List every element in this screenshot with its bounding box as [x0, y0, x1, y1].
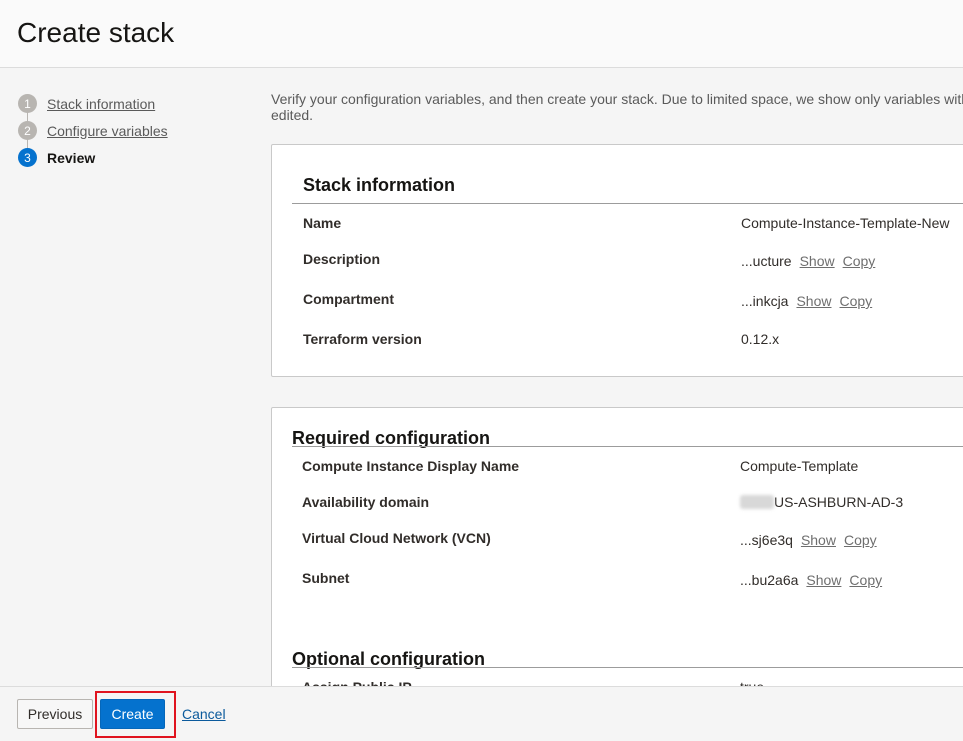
- create-stack-page: Create stack 1 Stack information 2 Confi…: [0, 0, 963, 741]
- step-number-2: 2: [18, 121, 37, 140]
- step-review: 3 Review: [18, 144, 248, 171]
- page-title: Create stack: [17, 17, 175, 48]
- compartment-value: ...inkcja: [741, 293, 789, 309]
- compartment-value-group: ...inkcja Show Copy: [741, 293, 872, 309]
- description-value: ...ucture: [741, 253, 792, 269]
- redacted-blur: [740, 495, 774, 509]
- wizard-footer: Previous Create Cancel: [0, 686, 963, 741]
- compartment-show-link[interactable]: Show: [796, 293, 831, 309]
- availability-domain-label: Availability domain: [302, 494, 430, 510]
- subnet-label: Subnet: [302, 570, 350, 586]
- cancel-link[interactable]: Cancel: [182, 706, 226, 722]
- description-show-link[interactable]: Show: [800, 253, 835, 269]
- compartment-label: Compartment: [303, 291, 395, 307]
- availability-domain-value-group: US-ASHBURN-AD-3: [740, 494, 903, 510]
- subnet-value: ...bu2a6a: [740, 572, 799, 588]
- vcn-value: ...sj6e3q: [740, 532, 793, 548]
- availability-domain-value: US-ASHBURN-AD-3: [774, 494, 904, 510]
- vcn-value-group: ...sj6e3q Show Copy: [740, 532, 877, 548]
- step-number-1: 1: [18, 94, 37, 113]
- create-button[interactable]: Create: [100, 699, 165, 729]
- intro-line-2: edited.: [271, 107, 314, 123]
- vcn-label: Virtual Cloud Network (VCN): [302, 530, 491, 546]
- intro-line-1: Verify your configuration variables, and…: [271, 91, 963, 107]
- stack-information-title: Stack information: [303, 175, 456, 195]
- page-header: Create stack: [0, 0, 963, 68]
- intro-text: Verify your configuration variables, and…: [271, 91, 963, 123]
- terraform-version-label: Terraform version: [303, 331, 422, 347]
- compute-display-name-label: Compute Instance Display Name: [302, 458, 520, 474]
- step-link-configure-variables[interactable]: Configure variables: [47, 123, 168, 139]
- name-label: Name: [303, 215, 342, 231]
- description-label: Description: [303, 251, 381, 267]
- wizard-steps: 1 Stack information 2 Configure variable…: [18, 90, 248, 171]
- description-value-group: ...ucture Show Copy: [741, 253, 875, 269]
- compute-display-name-value: Compute-Template: [740, 458, 859, 474]
- compartment-copy-link[interactable]: Copy: [840, 293, 873, 309]
- vcn-show-link[interactable]: Show: [801, 532, 836, 548]
- step-number-3: 3: [18, 148, 37, 167]
- section-divider: [292, 667, 963, 668]
- description-copy-link[interactable]: Copy: [843, 253, 876, 269]
- previous-button[interactable]: Previous: [17, 699, 93, 729]
- section-divider: [292, 203, 963, 204]
- step-stack-information[interactable]: 1 Stack information: [18, 90, 248, 117]
- step-label-review: Review: [47, 149, 96, 166]
- terraform-version-value: 0.12.x: [741, 331, 780, 347]
- step-configure-variables[interactable]: 2 Configure variables: [18, 117, 248, 144]
- subnet-value-group: ...bu2a6a Show Copy: [740, 572, 882, 588]
- vcn-copy-link[interactable]: Copy: [844, 532, 877, 548]
- name-value: Compute-Instance-Template-New: [741, 215, 950, 231]
- section-divider: [292, 446, 963, 447]
- configuration-panel: Required configuration Compute Instance …: [271, 407, 963, 697]
- subnet-copy-link[interactable]: Copy: [849, 572, 882, 588]
- subnet-show-link[interactable]: Show: [806, 572, 841, 588]
- step-link-stack-information[interactable]: Stack information: [47, 96, 155, 112]
- stack-information-panel: Stack information Name Compute-Instance-…: [271, 144, 963, 377]
